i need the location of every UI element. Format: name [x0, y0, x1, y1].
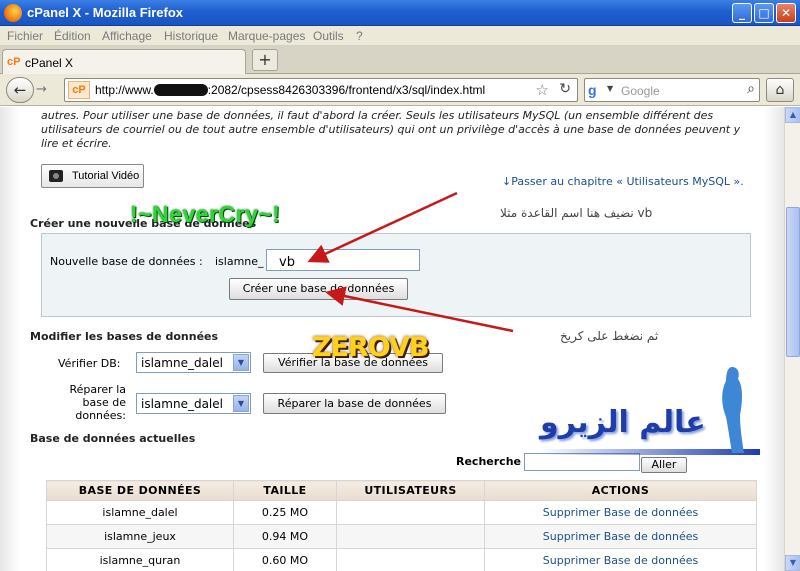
arrow-to-create-button [325, 286, 514, 333]
navigation-bar: ← → cP http://www.:2082/cpsess8426303396… [0, 74, 800, 106]
cpanel-site-icon: cP [68, 81, 90, 99]
window-title: cPanel X - Mozilla Firefox [27, 5, 184, 20]
search-placeholder: Google [621, 84, 660, 98]
star-icon[interactable]: ☆ [536, 81, 549, 99]
window-titlebar: cPanel X - Mozilla Firefox _ □ ✕ [0, 0, 800, 26]
tab-bar: cP cPanel X + [0, 46, 800, 75]
new-tab-button[interactable]: + [252, 49, 278, 71]
scroll-up-icon[interactable]: ▲ [785, 107, 800, 123]
reload-icon[interactable]: ↻ [559, 81, 571, 97]
firefox-logo-icon [4, 4, 22, 22]
maximize-button[interactable]: □ [754, 3, 774, 23]
scroll-down-icon[interactable]: ▼ [785, 555, 800, 571]
address-bar[interactable]: cP http://www.:2082/cpsess8426303396/fro… [64, 78, 578, 102]
menu-affichage[interactable]: Affichage [102, 29, 152, 43]
magnifier-icon[interactable]: ⌕ [747, 81, 755, 97]
menu-historique[interactable]: Historique [164, 29, 218, 43]
google-logo-icon[interactable]: g [588, 82, 597, 98]
tab-cpanel[interactable]: cP cPanel X [2, 49, 246, 75]
tab-label: cPanel X [25, 56, 74, 70]
home-icon[interactable]: ⌂ [766, 78, 794, 102]
scrollbar-thumb[interactable] [786, 207, 800, 357]
back-arrow-icon[interactable]: ← [6, 77, 34, 103]
menu-outils[interactable]: Outils [313, 29, 344, 43]
close-button[interactable]: ✕ [776, 3, 796, 23]
vertical-scrollbar[interactable]: ▲ ▼ [784, 107, 800, 571]
forward-arrow-icon[interactable]: → [36, 82, 47, 97]
menu-edition[interactable]: Édition [54, 29, 91, 43]
redacted-domain [153, 84, 208, 96]
url-text[interactable]: http://www.:2082/cpsess8426303396/fronte… [95, 83, 485, 97]
search-engine-box[interactable]: g ▼ Google ⌕ [584, 78, 760, 102]
annotation-arrows [307, 191, 514, 333]
cpanel-favicon-icon: cP [7, 56, 21, 68]
page-content: autres. Pour utiliser une base de donnée… [0, 107, 784, 571]
dropdown-arrow-icon[interactable]: ▼ [607, 84, 613, 93]
window-controls: _ □ ✕ [732, 3, 796, 23]
menu-bar: Fichier Édition Affichage Historique Mar… [0, 26, 800, 46]
arrow-to-input [307, 191, 458, 263]
menu-marque-pages[interactable]: Marque-pages [228, 29, 305, 43]
menu-fichier[interactable]: Fichier [7, 29, 43, 43]
menu-help[interactable]: ? [356, 29, 363, 43]
minimize-button[interactable]: _ [732, 3, 752, 23]
